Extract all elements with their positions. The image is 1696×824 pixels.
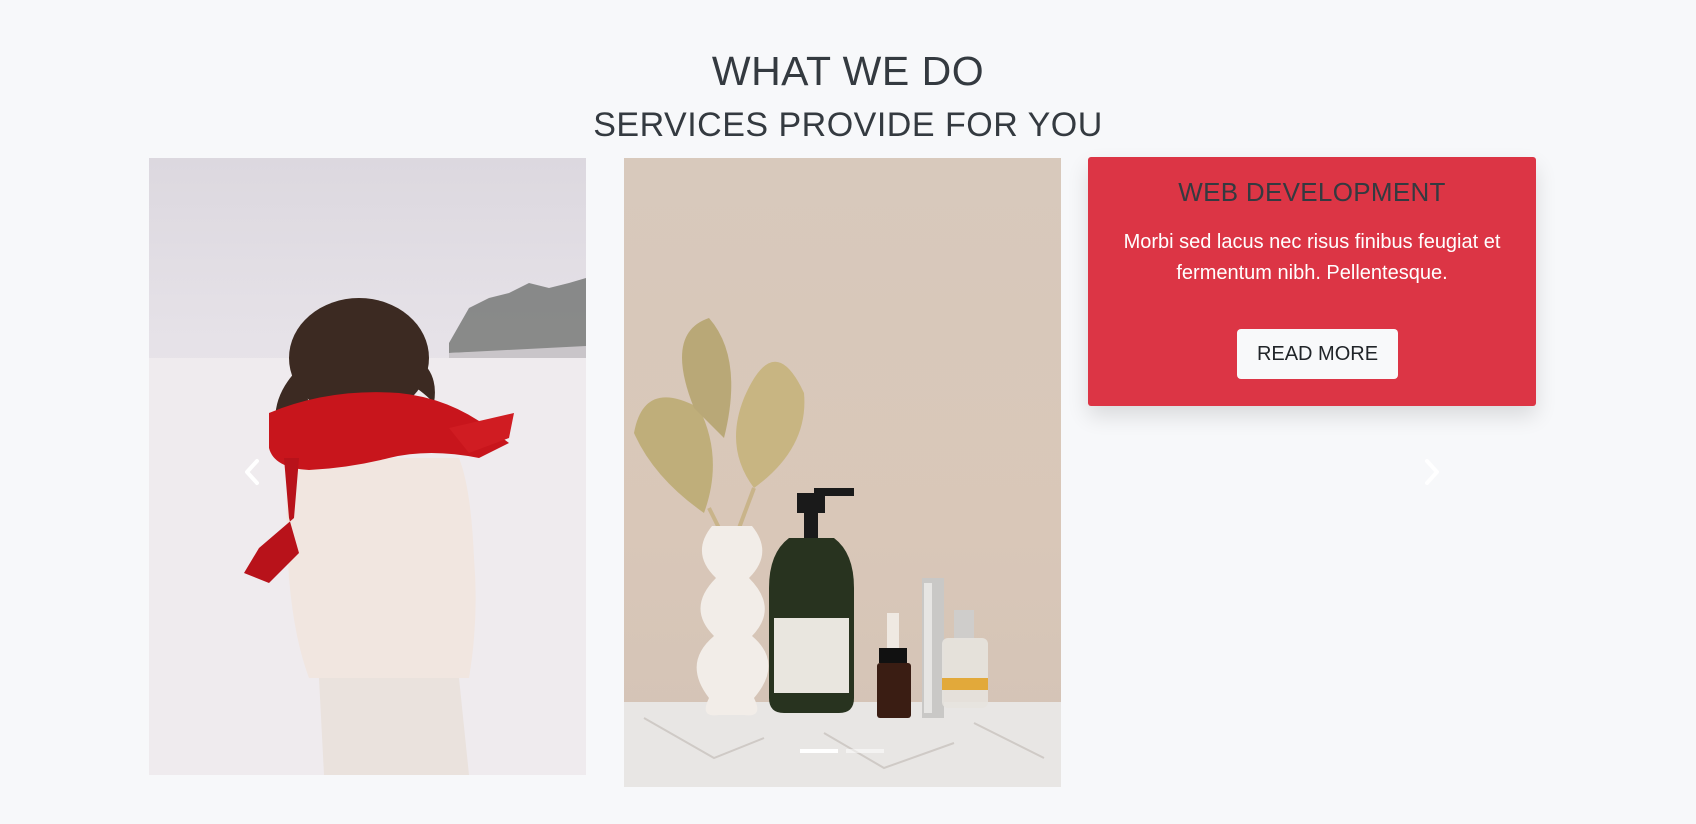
card-title: WEB DEVELOPMENT	[1178, 177, 1446, 207]
section-subtitle: SERVICES PROVIDE FOR YOU	[593, 106, 1103, 144]
carousel-indicator-1[interactable]	[800, 749, 838, 753]
chevron-left-icon	[245, 459, 259, 485]
carousel-indicators	[800, 749, 884, 753]
carousel-next-button[interactable]	[1412, 452, 1452, 492]
service-card-web-development: WEB DEVELOPMENT Morbi sed lacus nec risu…	[1088, 157, 1536, 406]
chevron-right-icon	[1425, 459, 1439, 485]
read-more-button[interactable]: READ MORE	[1237, 329, 1398, 379]
slide-image-woman-snow	[149, 158, 586, 775]
carousel-prev-button[interactable]	[232, 452, 272, 492]
woman-snow-illustration	[149, 278, 586, 775]
carousel-indicator-2[interactable]	[846, 749, 884, 753]
vase-bottles-illustration	[624, 318, 1061, 787]
section-title: WHAT WE DO	[711, 48, 985, 94]
card-description: Morbi sed lacus nec risus finibus feugia…	[1123, 231, 1501, 284]
slide-image-vase-bottles	[624, 158, 1061, 787]
